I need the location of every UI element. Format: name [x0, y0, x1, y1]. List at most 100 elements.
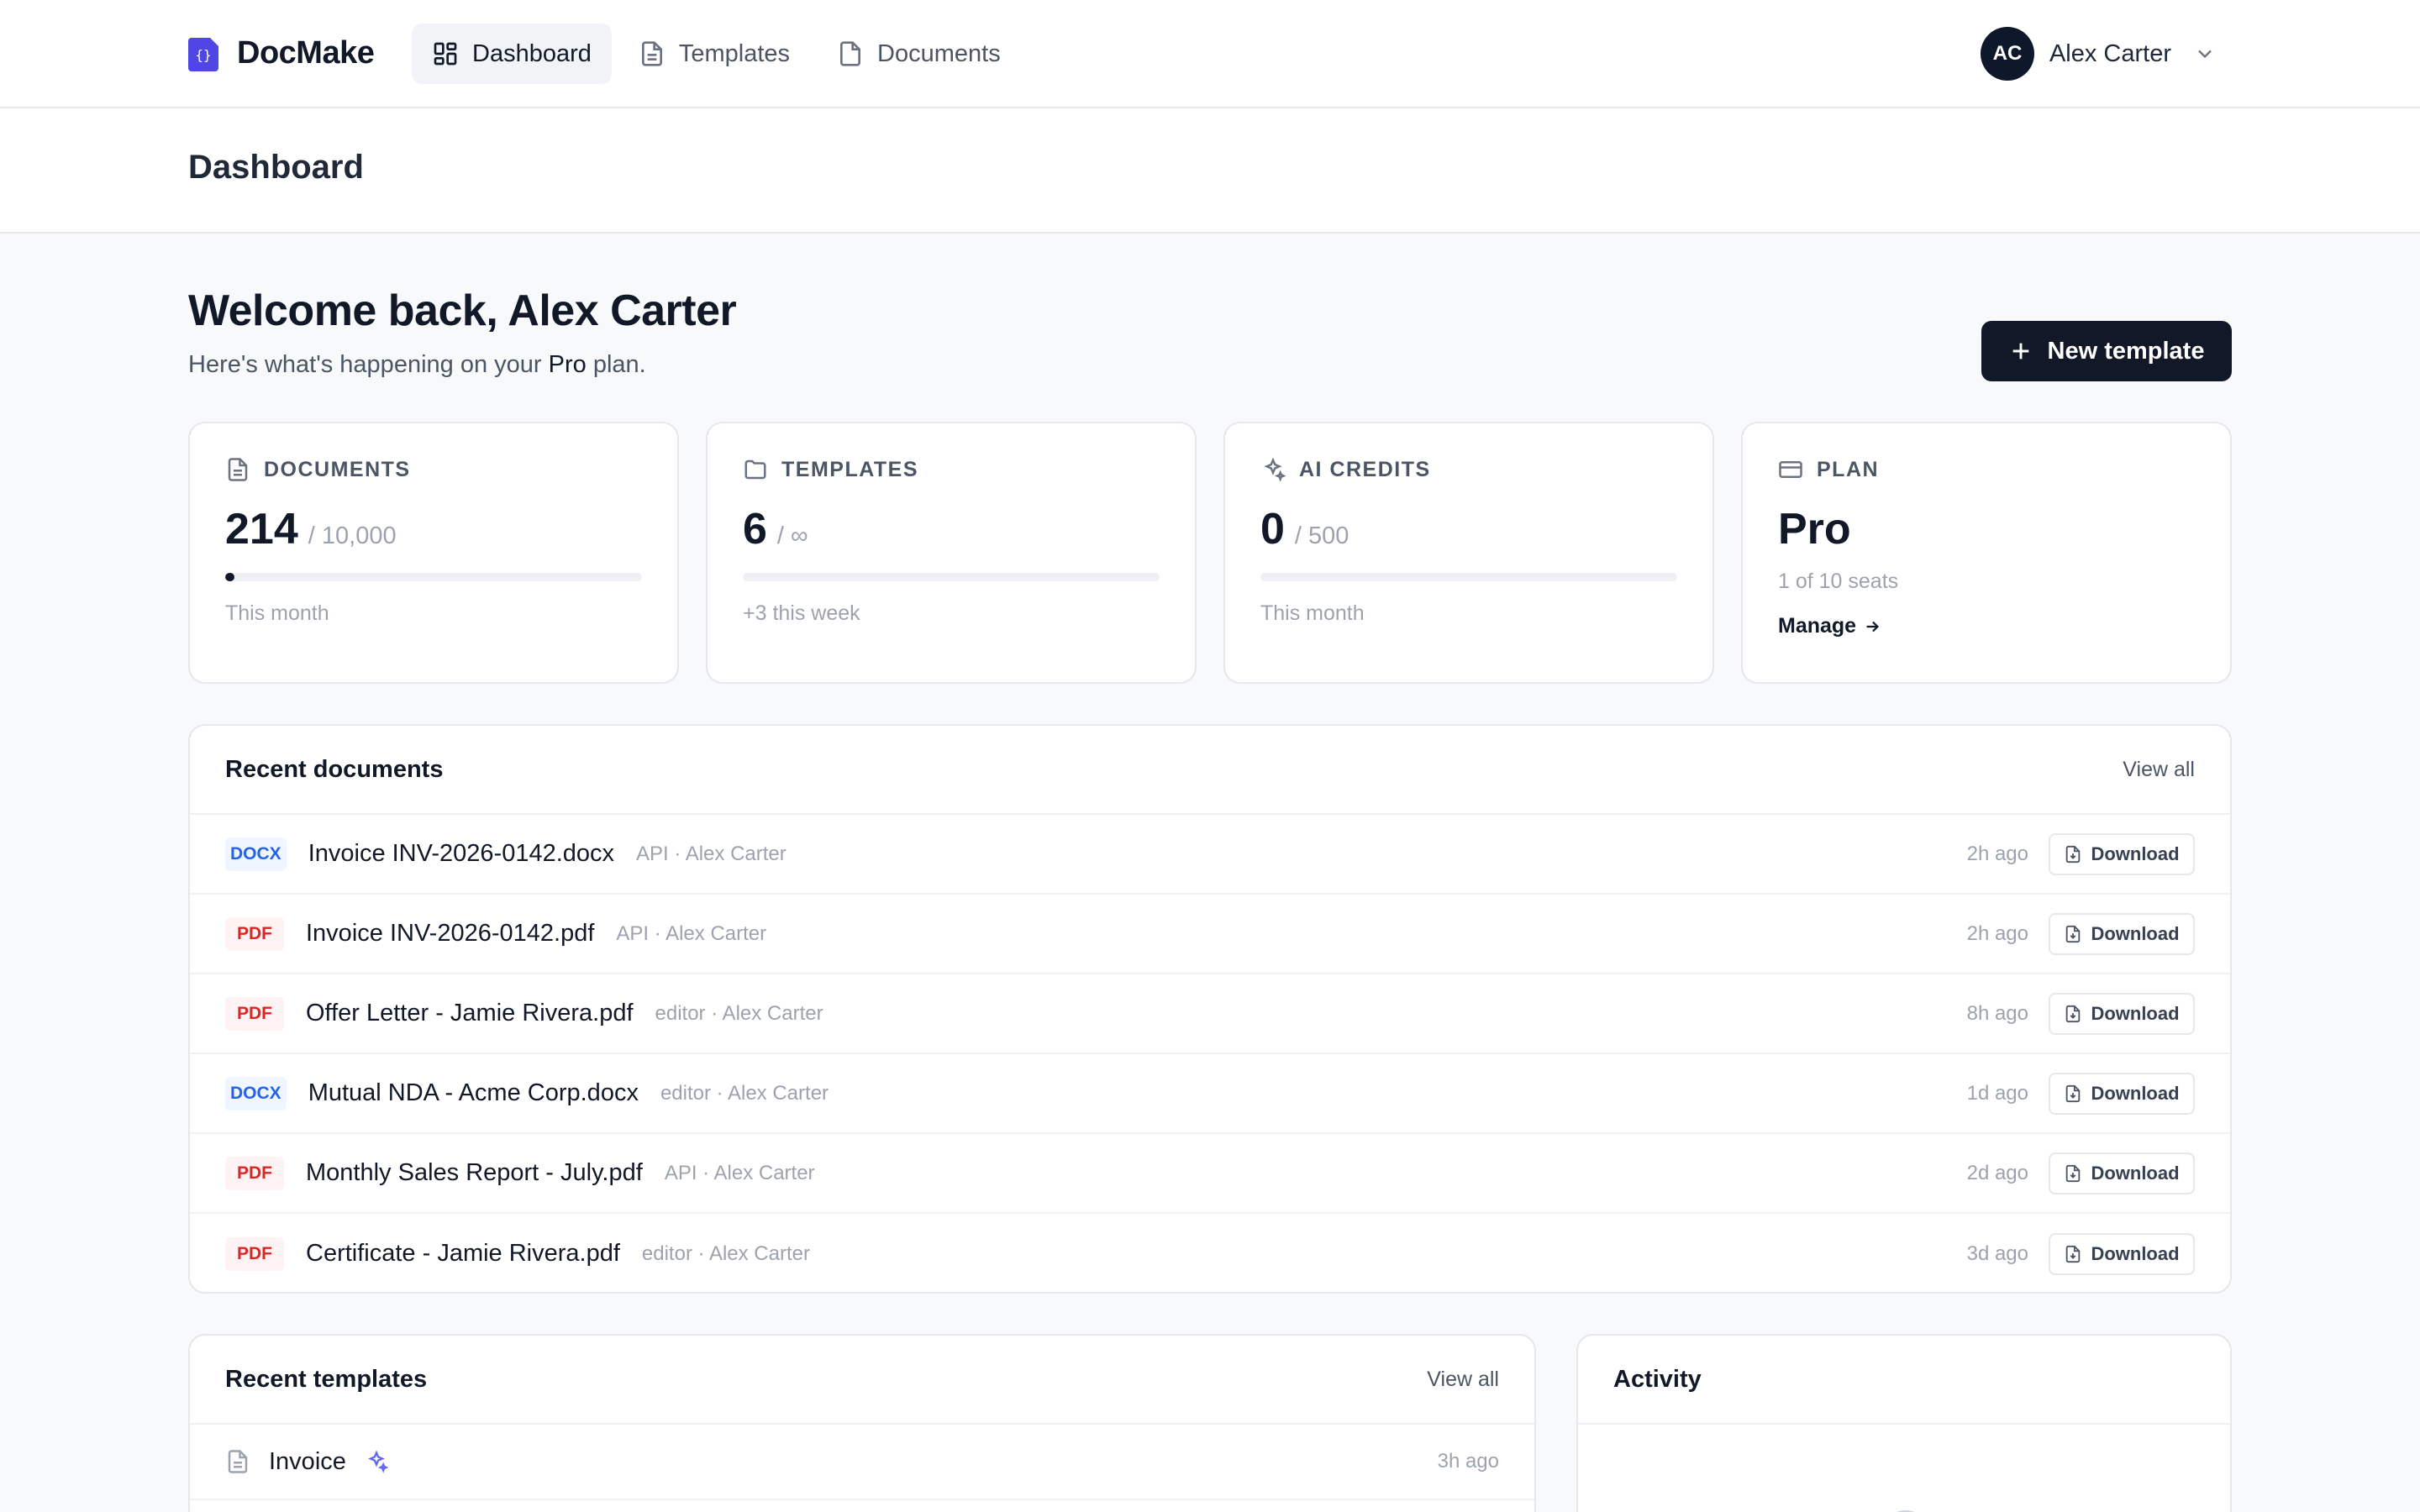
document-meta: editor · Alex Carter [660, 1081, 829, 1105]
file-text-icon [641, 41, 662, 66]
stat-value: 214 [225, 505, 298, 554]
template-name: Invoice [269, 1447, 346, 1475]
document-name[interactable]: Certificate - Jamie Rivera.pdf [306, 1240, 620, 1268]
download-button[interactable]: Download [2049, 1072, 2195, 1115]
table-row[interactable]: PDF Certificate - Jamie Rivera.pdf editor … [190, 1214, 2230, 1292]
document-time: 2h ago [1966, 842, 2028, 865]
stat-card-ai-credits: AI CREDITS 0 / 500 This month [1223, 422, 1714, 684]
svg-text:{}: {} [195, 47, 211, 63]
welcome-subtitle: Here's what's happening on your Pro plan… [188, 351, 736, 379]
welcome-heading: Welcome back, Alex Carter [188, 286, 737, 335]
stat-card-documents: DOCUMENTS 214 / 10,000 This month [188, 422, 679, 684]
nav-dashboard[interactable]: Dashboard [412, 24, 612, 84]
new-template-button[interactable]: New template [1981, 321, 2232, 381]
document-time: 8h ago [1966, 1001, 2028, 1025]
view-all-templates-link[interactable]: View all [1427, 1368, 1499, 1392]
document-name[interactable]: Monthly Sales Report - July.pdf [306, 1159, 643, 1187]
stat-label: TEMPLATES [781, 457, 919, 481]
table-row[interactable]: PDF Invoice INV-2026-0142.pdf API · Alex C… [190, 895, 2230, 974]
nav-documents-label: Documents [877, 39, 1001, 67]
nav-documents[interactable]: Documents [817, 24, 1021, 84]
document-time: 3d ago [1966, 1242, 2028, 1265]
brand-name: DocMake [237, 34, 375, 71]
document-name[interactable]: Invoice INV-2026-0142.pdf [306, 920, 594, 948]
avatar: AC [1980, 27, 2034, 81]
page-header: Dashboard [0, 108, 2420, 234]
document-meta: API · Alex Carter [636, 842, 786, 865]
arrow-right-icon [1866, 621, 1880, 632]
new-template-label: New template [2047, 337, 2205, 365]
stat-value: 0 [1260, 505, 1285, 554]
download-label: Download [2091, 1082, 2180, 1104]
table-row[interactable]: DOCX Invoice INV-2026-0142.docx API · Alex… [190, 815, 2230, 895]
download-button[interactable]: Download [2049, 832, 2195, 875]
manage-plan-link[interactable]: Manage [1778, 614, 2195, 638]
main-nav: Dashboard Templates Documents [412, 24, 1021, 84]
user-menu[interactable]: AC Alex Carter [1980, 27, 2217, 81]
brand-logo[interactable]: {} DocMake [188, 32, 375, 74]
recent-templates-card: Recent templates View all Invoice 3h ago [188, 1334, 1536, 1512]
file-download-icon [2066, 1084, 2081, 1102]
download-label: Download [2091, 1162, 2180, 1184]
file-download-icon [2066, 1164, 2081, 1182]
download-button[interactable]: Download [2049, 912, 2195, 955]
nav-dashboard-label: Dashboard [472, 39, 592, 67]
chevron-down-icon [2198, 50, 2212, 59]
document-time: 2d ago [1966, 1161, 2028, 1184]
download-label: Download [2091, 843, 2180, 864]
folder-icon [744, 459, 766, 480]
download-label: Download [2091, 1002, 2180, 1024]
nav-templates-label: Templates [678, 39, 791, 67]
stat-limit: / 500 [1294, 522, 1349, 549]
page-title: Dashboard [188, 149, 364, 186]
file-type-badge: PDF [225, 1156, 284, 1190]
download-button[interactable]: Download [2049, 1232, 2195, 1275]
table-row[interactable]: PDF Monthly Sales Report - July.pdf API · … [190, 1134, 2230, 1214]
download-button[interactable]: Download [2049, 1152, 2195, 1194]
documents-list: DOCX Invoice INV-2026-0142.docx API · Alex… [190, 815, 2230, 1292]
download-button[interactable]: Download [2049, 992, 2195, 1035]
stat-label: DOCUMENTS [264, 457, 411, 481]
stats-row: DOCUMENTS 214 / 10,000 This month TEMPLA… [188, 422, 2232, 684]
card-title: Activity [1613, 1365, 1702, 1393]
stat-label: AI CREDITS [1299, 457, 1431, 481]
file-type-badge: PDF [225, 996, 284, 1031]
nav-templates[interactable]: Templates [618, 24, 810, 84]
usage-progress-fill [225, 573, 234, 581]
file-type-badge: PDF [225, 916, 284, 951]
welcome-sub-prefix: Here's what's happening on your [188, 351, 549, 378]
file-download-icon [2066, 925, 2081, 942]
stat-value: 6 [743, 505, 767, 554]
welcome-sub-suffix: plan. [586, 351, 646, 378]
welcome-section: Welcome back, Alex Carter Here's what's … [188, 286, 737, 379]
view-all-documents-link[interactable]: View all [2123, 758, 2195, 782]
stat-label: PLAN [1817, 457, 1880, 481]
file-type-badge: DOCX [225, 837, 287, 871]
activity-card: Activity [1576, 1334, 2232, 1512]
usage-progress-bar [225, 573, 642, 581]
table-row[interactable]: PDF Offer Letter - Jamie Rivera.pdf editor… [190, 974, 2230, 1054]
file-text-icon [228, 458, 248, 481]
manage-plan-label: Manage [1778, 614, 1857, 638]
document-name[interactable]: Invoice INV-2026-0142.docx [308, 840, 614, 868]
document-meta: API · Alex Carter [616, 921, 767, 945]
stat-sub: +3 this week [743, 601, 860, 625]
list-item[interactable]: Invoice 3h ago [190, 1425, 1534, 1500]
stat-limit: / ∞ [776, 522, 808, 549]
document-meta: editor · Alex Carter [655, 1001, 823, 1025]
template-time: 3h ago [1437, 1450, 1499, 1473]
document-name[interactable]: Mutual NDA - Acme Corp.docx [308, 1079, 639, 1107]
sparkles-icon [1264, 457, 1286, 482]
plan-name: Pro [1778, 505, 1851, 554]
document-meta: editor · Alex Carter [641, 1242, 810, 1265]
docmake-logo-icon: {} [188, 38, 218, 71]
usage-progress-bar [743, 573, 1160, 581]
card-title: Recent documents [225, 755, 444, 783]
welcome-plan-name: Pro [548, 351, 587, 378]
file-type-badge: DOCX [225, 1076, 287, 1110]
document-name[interactable]: Offer Letter - Jamie Rivera.pdf [306, 1000, 634, 1027]
card-title: Recent templates [225, 1365, 428, 1393]
table-row[interactable]: DOCX Mutual NDA - Acme Corp.docx editor · … [190, 1054, 2230, 1134]
download-label: Download [2091, 922, 2180, 944]
document-time: 2h ago [1966, 921, 2028, 945]
